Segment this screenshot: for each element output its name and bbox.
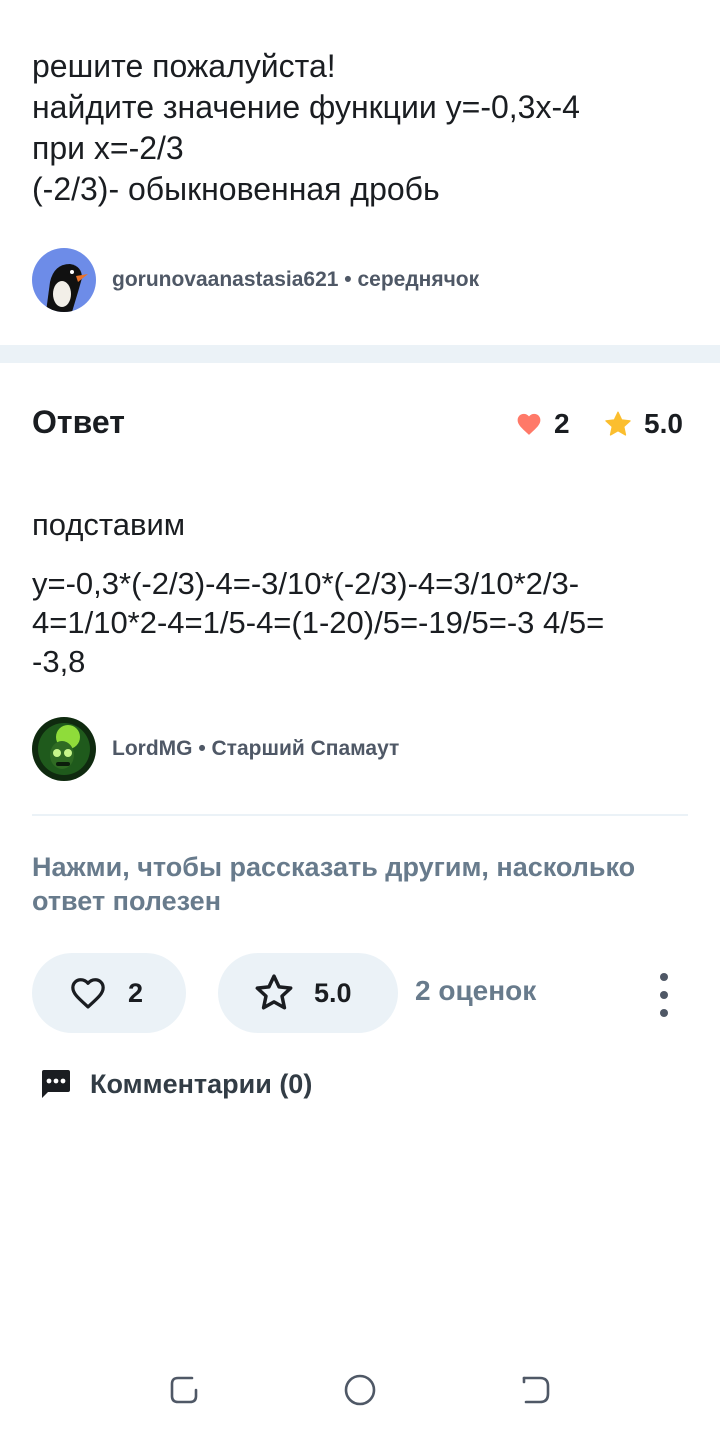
question-text: решите пожалуйста! найдите значение функ…: [32, 46, 692, 210]
answer-author[interactable]: LordMG • Старший Спамаут: [32, 717, 399, 781]
author-name[interactable]: LordMG: [112, 737, 192, 760]
question-author[interactable]: gorunovaanastasia621 • середнячок: [32, 248, 479, 312]
comments-toggle[interactable]: Комментарии (0): [38, 1068, 312, 1100]
more-dot: [660, 973, 668, 981]
answer-line: y=-0,3*(-2/3)-4=-3/10*(-2/3)-4=3/10*2/3-: [32, 566, 580, 601]
system-navigation-bar: [0, 1340, 720, 1439]
author-separator: •: [338, 268, 358, 291]
answer-rating-value: 5.0: [644, 408, 683, 439]
answer-likes-count: 2: [554, 408, 570, 439]
author-separator: •: [192, 737, 212, 760]
home-icon[interactable]: [342, 1372, 378, 1408]
more-dot: [660, 1009, 668, 1017]
like-button[interactable]: 2: [32, 953, 186, 1033]
question-line: (-2/3)- обыкновенная дробь: [32, 171, 440, 207]
question-line: найдите значение функции y=-0,3x-4: [32, 89, 580, 125]
avatar[interactable]: [32, 717, 96, 781]
author-rank: Старший Спамаут: [211, 737, 400, 760]
star-outline-icon: [255, 974, 293, 1010]
author-name[interactable]: gorunovaanastasia621: [112, 268, 338, 291]
question-line: решите пожалуйста!: [32, 48, 336, 84]
answer-rating: 5.0: [604, 408, 683, 440]
star-icon: [605, 411, 631, 436]
rate-button[interactable]: 5.0: [218, 953, 398, 1033]
divider: [32, 814, 688, 816]
comment-bubble-icon: [42, 1070, 70, 1098]
like-count: 2: [128, 978, 144, 1008]
rating-value: 5.0: [314, 978, 352, 1008]
rate-hint: Нажми, чтобы рассказать другим, наскольк…: [32, 852, 636, 916]
author-line: gorunovaanastasia621 • середнячок: [112, 268, 479, 292]
back-icon[interactable]: [518, 1372, 554, 1408]
answer-likes: 2: [516, 408, 570, 440]
more-dot: [660, 991, 668, 999]
ratings-count: 2 оценок: [415, 975, 537, 1006]
author-rank: середнячок: [357, 268, 480, 291]
avatar[interactable]: [32, 248, 96, 312]
answer-line: -3,8: [32, 644, 86, 679]
more-vertical-icon[interactable]: [652, 973, 676, 1017]
heart-icon: [517, 413, 541, 435]
comments-label: Комментарии (0): [90, 1068, 313, 1099]
recent-apps-icon[interactable]: [166, 1372, 202, 1408]
answer-line: 4=1/10*2-4=1/5-4=(1-20)/5=-19/5=-3 4/5=: [32, 605, 605, 640]
answer-title: Ответ: [32, 404, 125, 440]
author-line: LordMG • Старший Спамаут: [112, 737, 399, 761]
section-divider: [0, 345, 720, 363]
answer-intro: подставим: [32, 507, 186, 542]
question-line: при x=-2/3: [32, 130, 184, 166]
heart-outline-icon: [71, 978, 105, 1009]
answer-text: подставим y=-0,3*(-2/3)-4=-3/10*(-2/3)-4…: [32, 505, 692, 681]
